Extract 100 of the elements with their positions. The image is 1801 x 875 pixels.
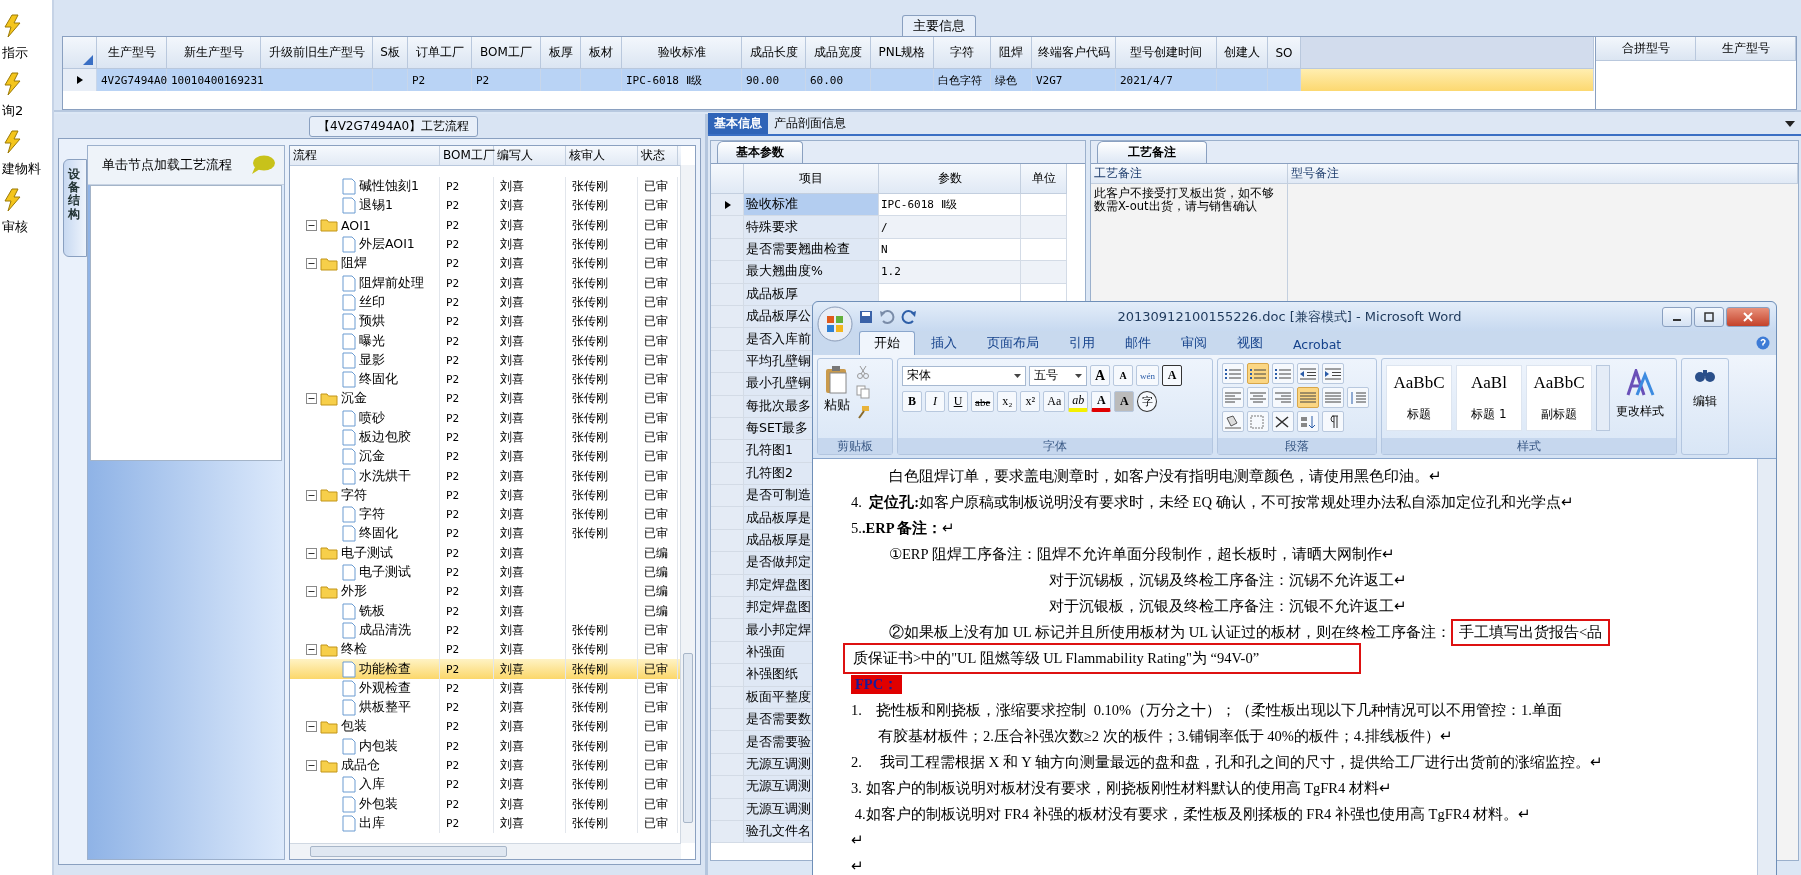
column-header[interactable]: 工艺备注 bbox=[1091, 164, 1288, 184]
column-header[interactable]: 阻焊 bbox=[991, 37, 1032, 69]
column-header[interactable]: 型号备注 bbox=[1288, 164, 1798, 184]
tree-row[interactable]: 外层AOI1 P2 刘喜 张传刚 已审 bbox=[290, 234, 680, 255]
ribbon-tab[interactable]: 审阅 bbox=[1167, 332, 1221, 355]
undo-icon[interactable] bbox=[879, 309, 895, 324]
format-button[interactable]: B bbox=[902, 391, 922, 412]
change-styles-button[interactable]: 更改样式 bbox=[1614, 365, 1666, 424]
format-button[interactable]: Aa bbox=[1043, 391, 1066, 412]
column-header[interactable]: 创建人 bbox=[1217, 37, 1268, 69]
tree-row[interactable]: 预烘 P2 刘喜 张传刚 已审 bbox=[290, 312, 680, 332]
format-button[interactable]: 字 bbox=[1137, 391, 1158, 412]
tab[interactable]: 产品剖面信息 bbox=[768, 113, 852, 134]
row-header-cell[interactable] bbox=[711, 664, 744, 687]
bullets-icon[interactable] bbox=[1222, 363, 1244, 384]
tree-row[interactable]: 入库 P2 刘喜 张传刚 已审 bbox=[290, 775, 680, 795]
tree-row[interactable]: 板边包胶 P2 刘喜 张传刚 已审 bbox=[290, 427, 680, 448]
tree-row[interactable]: 外包装 P2 刘喜 张传刚 已审 bbox=[290, 794, 680, 814]
row-header-cell[interactable] bbox=[711, 283, 744, 306]
column-header[interactable]: 编写人 bbox=[494, 146, 566, 165]
tree-row[interactable]: 终固化 P2 刘喜 张传刚 已审 bbox=[290, 524, 680, 544]
column-header[interactable]: PNL规格 bbox=[871, 37, 934, 69]
format-button[interactable]: A bbox=[1113, 365, 1133, 386]
tree-row[interactable]: 电子测试 P2 刘喜 已编 bbox=[290, 562, 680, 583]
column-header[interactable]: 终端客户代码 bbox=[1032, 37, 1116, 69]
row-header-cell[interactable] bbox=[711, 238, 744, 262]
collapse-icon[interactable] bbox=[306, 721, 317, 733]
column-header[interactable]: 核审人 bbox=[566, 146, 638, 165]
tab[interactable]: 工艺备注 bbox=[1097, 141, 1207, 163]
column-header[interactable]: SO bbox=[1268, 37, 1301, 69]
row-header-cell[interactable] bbox=[711, 574, 744, 598]
row-header-cell[interactable] bbox=[711, 552, 744, 575]
collapse-icon[interactable] bbox=[306, 760, 317, 772]
collapse-icon[interactable] bbox=[306, 644, 317, 656]
tree-row[interactable]: 沉金 P2 刘喜 张传刚 已审 bbox=[290, 447, 680, 467]
tree-row[interactable]: 外形 P2 刘喜 已编 bbox=[290, 582, 680, 602]
tree-row[interactable]: 内包装 P2 刘喜 张传刚 已审 bbox=[290, 736, 680, 756]
column-header[interactable]: 生产型号 bbox=[1696, 37, 1796, 61]
format-button[interactable]: ab bbox=[1068, 391, 1089, 412]
format-button[interactable]: x₂ bbox=[997, 391, 1018, 412]
row-header-cell[interactable] bbox=[711, 194, 744, 217]
tree-row[interactable]: 铣板 P2 刘喜 已编 bbox=[290, 601, 680, 621]
row-header-cell[interactable] bbox=[711, 462, 744, 486]
column-header[interactable]: 成品宽度 bbox=[806, 37, 871, 69]
shading-icon[interactable] bbox=[1222, 411, 1244, 432]
current-cell[interactable] bbox=[1301, 69, 1594, 91]
tab[interactable]: 基本参数 bbox=[717, 141, 803, 163]
row-header-cell[interactable] bbox=[711, 709, 744, 732]
tree-row[interactable]: 退锡1 P2 刘喜 张传刚 已审 bbox=[290, 196, 680, 216]
sidebar-item[interactable]: 审核 bbox=[0, 188, 52, 236]
collapse-icon[interactable] bbox=[306, 393, 317, 405]
tree-row[interactable]: 显影 P2 刘喜 张传刚 已审 bbox=[290, 350, 680, 370]
scrollbar[interactable] bbox=[290, 843, 681, 859]
collapse-icon[interactable] bbox=[306, 258, 317, 270]
format-button[interactable]: A bbox=[1162, 365, 1182, 386]
column-header[interactable]: 生产型号 bbox=[97, 37, 167, 69]
scrollbar[interactable] bbox=[1757, 459, 1776, 875]
format-button[interactable]: A bbox=[1091, 391, 1112, 412]
marks-icon[interactable] bbox=[1322, 411, 1344, 432]
sidebar-item[interactable]: 询2 bbox=[0, 72, 52, 120]
row-header-cell[interactable] bbox=[711, 305, 744, 329]
column-header[interactable]: 流程 bbox=[290, 146, 440, 165]
column-header[interactable]: BOM工厂 bbox=[440, 146, 494, 165]
tab[interactable]: 基本信息 bbox=[708, 113, 768, 134]
row-header-cell[interactable] bbox=[711, 731, 744, 754]
tree-row[interactable]: 外观检查 P2 刘喜 张传刚 已审 bbox=[290, 678, 680, 698]
column-header[interactable]: BOM工厂 bbox=[472, 37, 541, 69]
font-name-field[interactable]: 宋体 bbox=[902, 365, 1026, 386]
tree-row[interactable]: 阻焊 P2 刘喜 张传刚 已审 bbox=[290, 254, 680, 274]
tree-row[interactable]: 出库 P2 刘喜 张传刚 已审 bbox=[290, 813, 680, 834]
column-header[interactable]: 板厚 bbox=[541, 37, 581, 69]
row-header-cell[interactable] bbox=[711, 820, 744, 844]
office-button-icon[interactable] bbox=[817, 306, 853, 342]
close-button[interactable] bbox=[1726, 306, 1770, 327]
tree-row[interactable]: 阻焊前处理 P2 刘喜 张传刚 已审 bbox=[290, 273, 680, 293]
sidebar-item[interactable]: 建物料 bbox=[0, 130, 52, 178]
tree-row[interactable]: 水洗烘干 P2 刘喜 张传刚 已审 bbox=[290, 466, 680, 486]
row-header-cell[interactable] bbox=[711, 641, 744, 665]
tree-row[interactable]: 终固化 P2 刘喜 张传刚 已审 bbox=[290, 369, 680, 390]
column-header[interactable]: 成品长度 bbox=[742, 37, 806, 69]
help-icon[interactable] bbox=[1756, 336, 1770, 350]
row-header-cell[interactable] bbox=[711, 216, 744, 239]
ribbon-tab[interactable]: 开始 bbox=[859, 331, 915, 355]
format-button[interactable]: wén bbox=[1136, 365, 1159, 386]
scrollbar[interactable] bbox=[1596, 365, 1610, 431]
collapse-icon[interactable] bbox=[306, 586, 317, 598]
column-header[interactable]: 项目 bbox=[744, 164, 879, 194]
tree-row[interactable]: 字符 P2 刘喜 张传刚 已审 bbox=[290, 505, 680, 525]
save-icon[interactable] bbox=[859, 309, 873, 324]
format-button[interactable]: abe bbox=[971, 391, 995, 412]
format-button[interactable]: A bbox=[1090, 365, 1110, 386]
row-header-cell[interactable] bbox=[711, 686, 744, 709]
format-button[interactable]: x² bbox=[1020, 391, 1041, 412]
tree-row[interactable]: 碱性蚀刻1 P2 刘喜 张传刚 已审 bbox=[290, 177, 680, 197]
column-header[interactable]: 合拼型号 bbox=[1596, 37, 1696, 61]
asian-icon[interactable] bbox=[1272, 411, 1294, 432]
row-header-cell[interactable] bbox=[711, 417, 744, 441]
copy-icon[interactable] bbox=[856, 385, 870, 399]
multilevel-icon[interactable] bbox=[1272, 363, 1294, 384]
paintbrush-icon[interactable] bbox=[856, 405, 870, 419]
